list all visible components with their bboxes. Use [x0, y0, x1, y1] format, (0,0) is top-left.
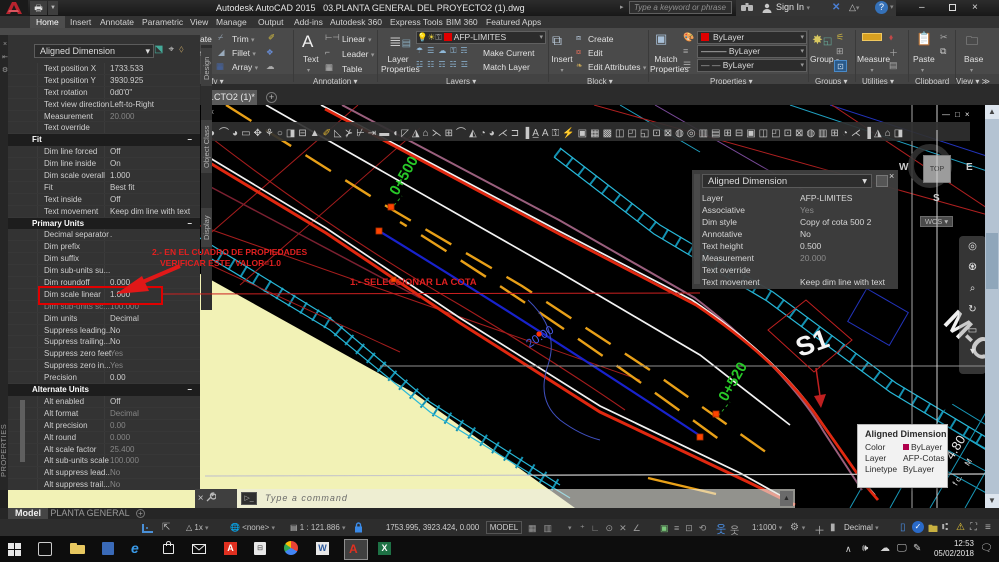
svg-text:f c.: f c.	[951, 473, 964, 487]
svg-text:M: M	[963, 457, 974, 468]
svg-text:1.- SELECCIONAR LA COTA: 1.- SELECCIONAR LA COTA	[350, 277, 477, 288]
